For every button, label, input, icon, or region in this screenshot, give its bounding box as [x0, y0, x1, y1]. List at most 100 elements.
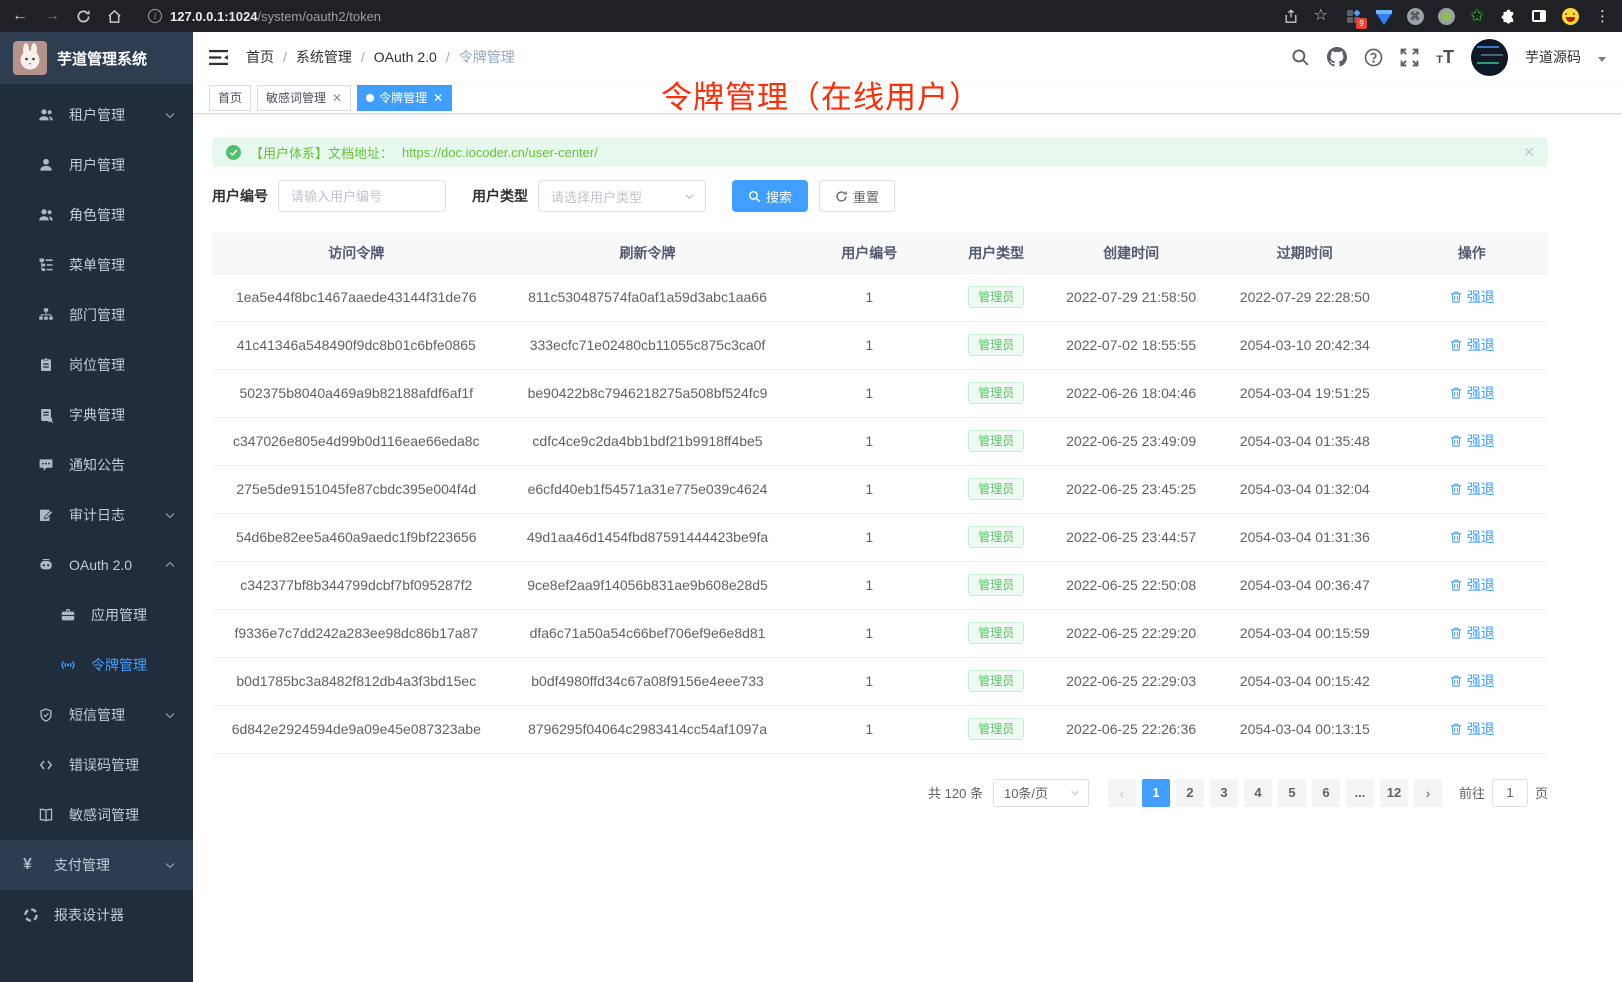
sidebar-item-post[interactable]: 岗位管理	[0, 340, 193, 390]
font-size-icon[interactable]: TT	[1436, 48, 1454, 66]
user-type-select[interactable]: 请选择用户类型	[538, 180, 706, 212]
page-button-3[interactable]: 3	[1210, 779, 1238, 807]
close-icon[interactable]: ✕	[332, 91, 342, 105]
extension-grid-icon[interactable]: 9	[1344, 7, 1362, 25]
sidebar-item-role[interactable]: 角色管理	[0, 190, 193, 240]
chevron-down-icon	[164, 509, 176, 521]
next-page-button[interactable]: ›	[1414, 779, 1442, 807]
bookmark-star-icon[interactable]: ☆	[1314, 8, 1328, 24]
github-icon[interactable]	[1327, 47, 1347, 67]
action-cell: 强退	[1396, 417, 1548, 465]
star-extension-icon[interactable]: ✩	[1468, 7, 1486, 25]
page-button-2[interactable]: 2	[1176, 779, 1204, 807]
column-header: 用户类型	[944, 233, 1048, 273]
user-name[interactable]: 芋道源码	[1525, 47, 1581, 67]
page-button-4[interactable]: 4	[1244, 779, 1272, 807]
page-button-6[interactable]: 6	[1312, 779, 1340, 807]
fullscreen-icon[interactable]	[1400, 48, 1419, 67]
reload-icon[interactable]	[76, 9, 91, 24]
back-icon[interactable]: ←	[12, 8, 28, 24]
sidebar-item-user[interactable]: 用户管理	[0, 140, 193, 190]
search-icon	[748, 190, 761, 203]
sidebar-item-oauth2[interactable]: OAuth 2.0	[0, 540, 193, 590]
page-button-12[interactable]: 12	[1380, 779, 1408, 807]
access-token-cell: 54d6be82ee5a460a9aedc1f9bf223656	[212, 513, 501, 561]
more-pages-button[interactable]: ...	[1346, 779, 1374, 807]
puzzle-extension-icon[interactable]	[1499, 7, 1517, 25]
collapse-sidebar-icon[interactable]	[209, 49, 228, 66]
table-row: 54d6be82ee5a460a9aedc1f9bf22365649d1aa46…	[212, 513, 1548, 561]
table-body: 1ea5e44f8bc1467aaede43144f31de76811c5304…	[212, 273, 1548, 753]
alert-close-icon[interactable]: ✕	[1523, 144, 1535, 161]
breadcrumb-item[interactable]: 首页	[246, 47, 274, 67]
sidebar-item-menu[interactable]: 菜单管理	[0, 240, 193, 290]
sidebar-item-tenant[interactable]: 租户管理	[0, 90, 193, 140]
side-panel-icon[interactable]	[1530, 7, 1548, 25]
goto-page-input[interactable]	[1492, 779, 1528, 807]
search-button[interactable]: 搜索	[732, 180, 808, 212]
force-logout-button[interactable]: 强退	[1449, 527, 1495, 547]
sidebar-item-dict[interactable]: 字典管理	[0, 390, 193, 440]
app-logo-row[interactable]: 芋道管理系统	[0, 32, 193, 84]
user-id-cell: 1	[794, 657, 944, 705]
gem-extension-icon[interactable]	[1375, 7, 1393, 25]
breadcrumb-item[interactable]: 系统管理	[296, 47, 352, 67]
page-size-select[interactable]: 10条/页	[993, 779, 1089, 807]
doc-link[interactable]: https://doc.iocoder.cn/user-center/	[402, 145, 598, 160]
force-logout-button[interactable]: 强退	[1449, 287, 1495, 307]
sidebar-item-error-code[interactable]: 错误码管理	[0, 740, 193, 790]
forward-icon[interactable]: →	[44, 8, 60, 24]
user-menu-caret-icon[interactable]	[1598, 57, 1606, 62]
force-logout-button[interactable]: 强退	[1449, 623, 1495, 643]
sidebar: 芋道管理系统 租户管理用户管理角色管理菜单管理部门管理岗位管理字典管理通知公告审…	[0, 32, 193, 982]
force-logout-button[interactable]: 强退	[1449, 479, 1495, 499]
sidebar-item-oauth2-app[interactable]: 应用管理	[0, 590, 193, 640]
expire-time-cell: 2054-03-04 19:51:25	[1214, 369, 1396, 417]
force-logout-button[interactable]: 强退	[1449, 671, 1495, 691]
sidebar-item-dept[interactable]: 部门管理	[0, 290, 193, 340]
close-icon[interactable]: ✕	[433, 91, 443, 105]
force-logout-button[interactable]: 强退	[1449, 719, 1495, 739]
page-button-1[interactable]: 1	[1142, 779, 1170, 807]
user-id-input[interactable]	[278, 180, 446, 212]
sidebar-item-report[interactable]: 报表设计器	[0, 890, 193, 940]
browser-menu-icon[interactable]: ⋮	[1595, 9, 1610, 24]
force-logout-button[interactable]: 强退	[1449, 383, 1495, 403]
emoji-extension-icon[interactable]	[1561, 7, 1579, 25]
prev-page-button[interactable]: ‹	[1108, 779, 1136, 807]
column-header: 访问令牌	[212, 233, 501, 273]
sidebar-item-notice[interactable]: 通知公告	[0, 440, 193, 490]
force-logout-button[interactable]: 强退	[1449, 575, 1495, 595]
search-icon[interactable]	[1291, 48, 1310, 67]
page-button-5[interactable]: 5	[1278, 779, 1306, 807]
table-row: 275e5de9151045fe87cbdc395e004f4de6cfd40e…	[212, 465, 1548, 513]
command-extension-icon[interactable]: ⌘	[1406, 7, 1424, 25]
tab-令牌管理[interactable]: 令牌管理✕	[357, 85, 452, 111]
home-icon[interactable]	[107, 9, 122, 24]
reset-button[interactable]: 重置	[819, 180, 895, 212]
created-time-cell: 2022-07-02 18:55:55	[1048, 321, 1214, 369]
tab-敏感词管理[interactable]: 敏感词管理✕	[257, 85, 351, 111]
force-logout-button[interactable]: 强退	[1449, 431, 1495, 451]
tab-首页[interactable]: 首页	[209, 85, 251, 111]
site-info-icon[interactable]: i	[148, 9, 162, 23]
force-logout-label: 强退	[1467, 575, 1495, 595]
sidebar-item-oauth2-token[interactable]: 令牌管理	[0, 640, 193, 690]
breadcrumb-separator: /	[446, 49, 450, 65]
user-avatar[interactable]	[1471, 39, 1508, 76]
user-type-placeholder: 请选择用户类型	[551, 187, 642, 206]
sidebar-item-audit-log[interactable]: 审计日志	[0, 490, 193, 540]
address-bar[interactable]: i 127.0.0.1:1024/system/oauth2/token	[148, 9, 1268, 24]
post-icon	[38, 357, 54, 373]
force-logout-button[interactable]: 强退	[1449, 335, 1495, 355]
user-type-badge: 管理员	[968, 718, 1024, 740]
sidebar-item-sms[interactable]: 短信管理	[0, 690, 193, 740]
sidebar-item-sensitive-word[interactable]: 敏感词管理	[0, 790, 193, 840]
column-header: 创建时间	[1048, 233, 1214, 273]
sidebar-item-pay[interactable]: ¥支付管理	[0, 840, 193, 890]
help-icon[interactable]	[1364, 48, 1383, 67]
delete-icon	[1449, 530, 1463, 544]
recorder-extension-icon[interactable]	[1437, 7, 1455, 25]
breadcrumb-item[interactable]: OAuth 2.0	[374, 49, 437, 65]
share-icon[interactable]	[1284, 9, 1298, 24]
